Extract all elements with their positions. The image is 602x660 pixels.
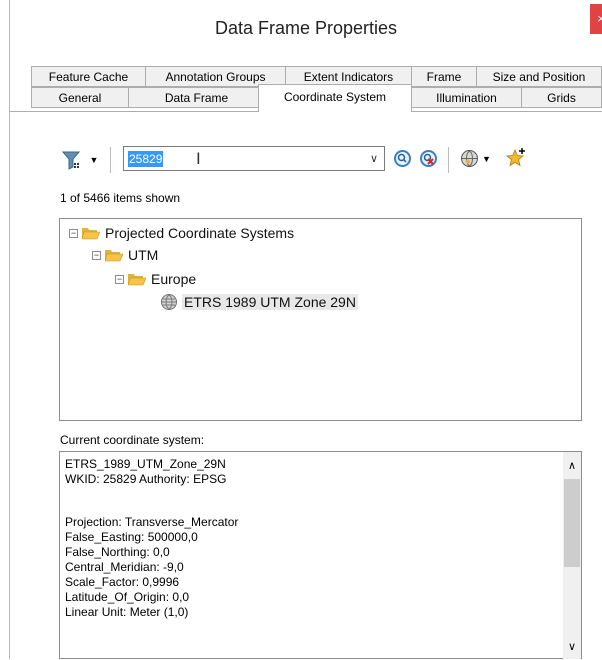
detail-line: Linear Unit: Meter (1,0) xyxy=(65,605,189,619)
title-bar: Data Frame Properties × xyxy=(10,0,602,62)
detail-line: WKID: 25829 Authority: EPSG xyxy=(65,472,227,486)
tab-data-frame[interactable]: Data Frame xyxy=(128,87,265,108)
text-cursor-icon: I xyxy=(196,149,201,168)
detail-line: ETRS_1989_UTM_Zone_29N xyxy=(65,457,226,471)
tree-node-europe[interactable]: − Europe xyxy=(115,269,196,289)
tab-general[interactable]: General xyxy=(31,87,129,108)
globe-icon xyxy=(161,294,177,310)
add-favorite-star-icon[interactable] xyxy=(505,146,529,170)
filter-icon[interactable] xyxy=(61,146,82,174)
scroll-thumb[interactable] xyxy=(564,479,580,567)
scroll-up-arrow-icon[interactable]: ∧ xyxy=(563,459,581,472)
toolbar-separator xyxy=(448,147,449,173)
collapse-icon[interactable]: − xyxy=(69,228,78,238)
tree-node-projected[interactable]: − Projected Coordinate Systems xyxy=(69,223,294,243)
chevron-down-icon[interactable]: ▼ xyxy=(482,154,491,164)
chevron-down-icon[interactable]: ▼ xyxy=(89,155,99,165)
tab-illumination[interactable]: Illumination xyxy=(411,87,522,108)
tree-node-label: Europe xyxy=(151,271,197,287)
tree-node-etrs-1989-utm-zone-29n[interactable]: ETRS 1989 UTM Zone 29N xyxy=(161,292,358,312)
collapse-icon[interactable]: − xyxy=(115,274,124,284)
coordinate-system-details[interactable]: ETRS_1989_UTM_Zone_29N WKID: 25829 Autho… xyxy=(59,451,582,659)
coordinate-system-tree[interactable]: − Projected Coordinate Systems − UTM − E… xyxy=(59,218,582,421)
item-count-label: 1 of 5466 items shown xyxy=(60,191,181,205)
collapse-icon[interactable]: − xyxy=(92,250,101,260)
scroll-down-arrow-icon[interactable]: ∨ xyxy=(563,640,581,653)
tab-frame[interactable]: Frame xyxy=(411,66,477,87)
detail-line: False_Easting: 500000,0 xyxy=(65,530,198,544)
window-title: Data Frame Properties xyxy=(214,18,398,38)
folder-open-icon xyxy=(104,249,124,262)
magnifier-icon[interactable] xyxy=(394,150,411,167)
details-scrollbar[interactable]: ∧ ∨ xyxy=(563,452,581,659)
tree-node-utm[interactable]: − UTM xyxy=(92,245,158,265)
detail-line: Projection: Transverse_Mercator xyxy=(65,515,239,529)
toolbar-separator xyxy=(110,147,111,173)
search-input[interactable]: 25829 xyxy=(128,151,164,167)
folder-open-icon xyxy=(127,273,147,286)
left-window-edge xyxy=(0,0,10,659)
tab-coordinate-system[interactable]: Coordinate System xyxy=(258,84,412,112)
detail-line: Scale_Factor: 0,9996 xyxy=(65,575,180,589)
folder-open-icon xyxy=(81,227,101,240)
current-coordinate-system-label: Current coordinate system: xyxy=(60,433,205,447)
tree-node-label: UTM xyxy=(128,247,159,263)
detail-line: Central_Meridian: -9,0 xyxy=(65,560,184,574)
tab-size-and-position[interactable]: Size and Position xyxy=(476,66,602,87)
tab-grids[interactable]: Grids xyxy=(521,87,602,108)
detail-line: False_Northing: 0,0 xyxy=(65,545,170,559)
tab-feature-cache[interactable]: Feature Cache xyxy=(31,66,146,87)
tree-node-label: ETRS 1989 UTM Zone 29N xyxy=(182,294,358,310)
tree-node-label: Projected Coordinate Systems xyxy=(105,225,295,241)
chevron-down-icon[interactable]: ∨ xyxy=(370,152,378,165)
search-combo[interactable]: 25829 I ∨ xyxy=(123,146,385,171)
clear-search-icon[interactable] xyxy=(420,150,437,167)
detail-line: Latitude_Of_Origin: 0,0 xyxy=(65,590,190,604)
globe-icon[interactable] xyxy=(461,150,478,167)
close-button[interactable]: × xyxy=(590,4,602,34)
